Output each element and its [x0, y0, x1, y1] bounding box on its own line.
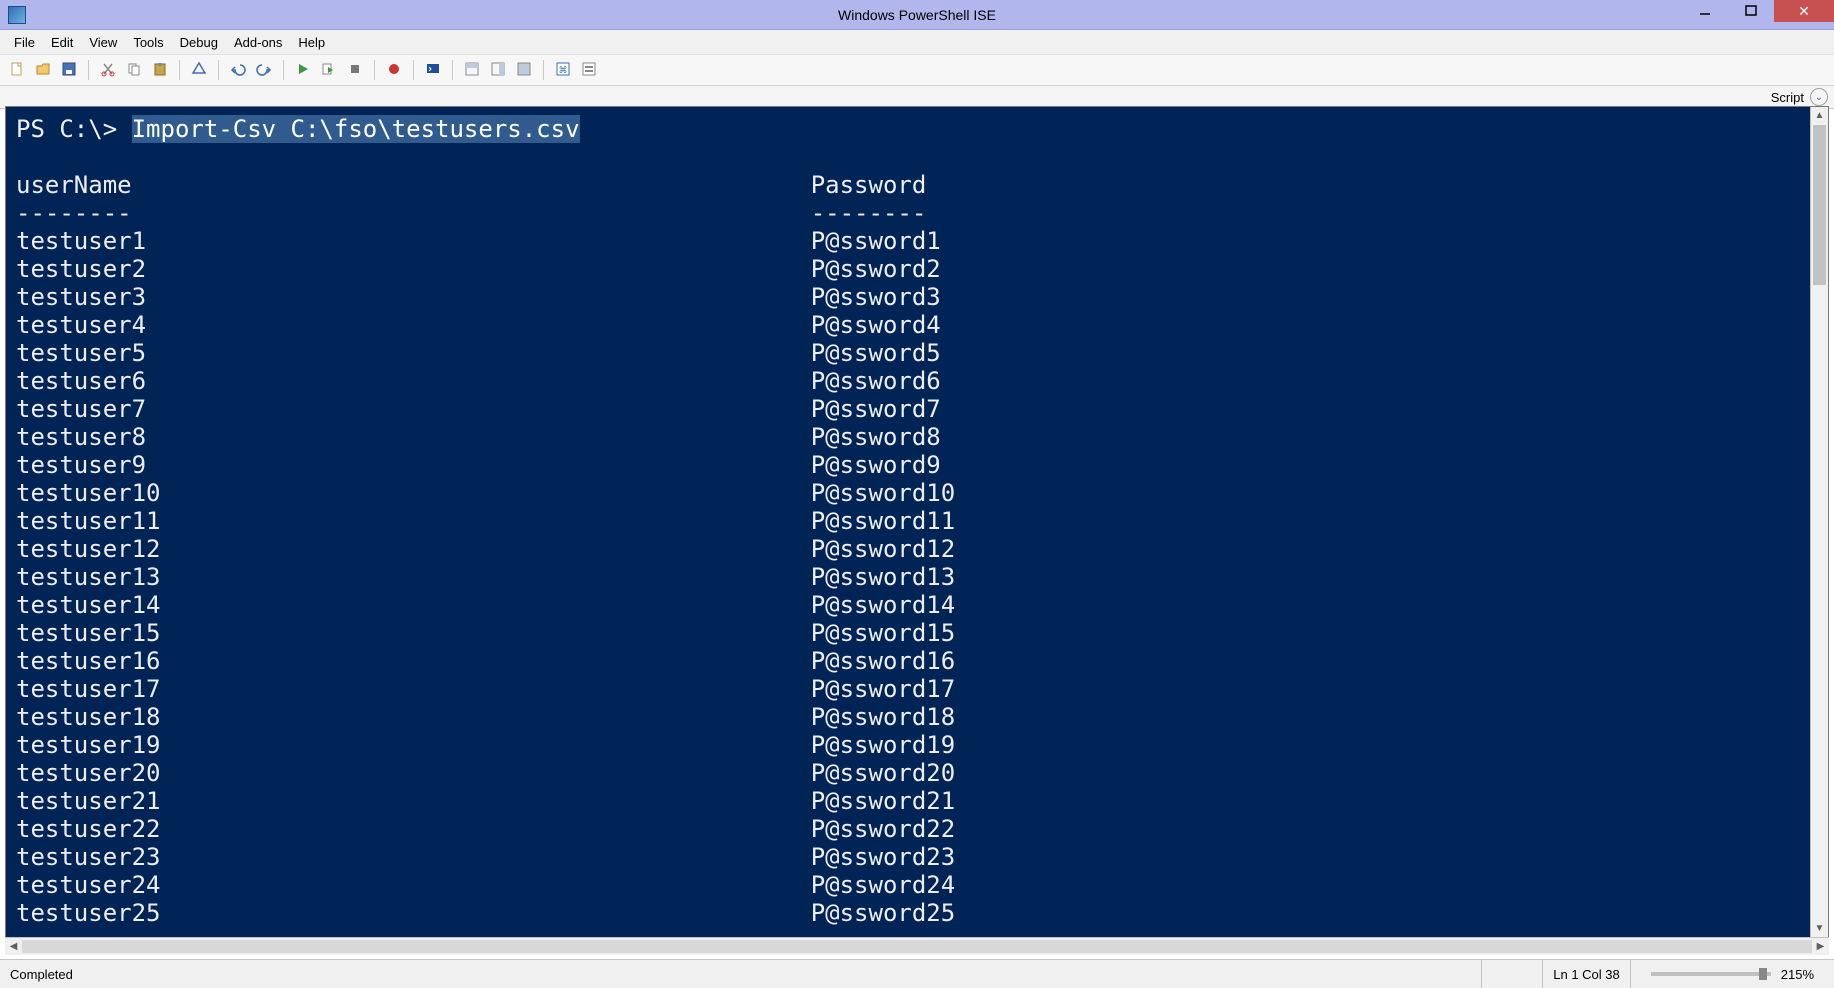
show-script-top-icon: [464, 61, 480, 80]
toolbar-separator: [413, 60, 414, 80]
options-icon: [581, 61, 597, 80]
scroll-thumb[interactable]: [1813, 125, 1826, 285]
remote-icon: [425, 61, 441, 80]
breakpoint-icon: [386, 61, 402, 80]
save-button[interactable]: [58, 59, 80, 81]
menu-addons[interactable]: Add-ons: [226, 33, 290, 52]
cut-icon: [100, 61, 116, 80]
show-script-max-button[interactable]: [513, 59, 535, 81]
zoom-cell: 215%: [1630, 960, 1824, 988]
menubar: File Edit View Tools Debug Add-ons Help: [0, 30, 1834, 55]
menu-file[interactable]: File: [6, 33, 43, 52]
close-button[interactable]: ✕: [1774, 0, 1834, 22]
redo-icon: [256, 61, 272, 80]
clear-button[interactable]: [188, 59, 210, 81]
run-selection-button[interactable]: [318, 59, 340, 81]
stop-icon: [347, 61, 363, 80]
toolbar-separator: [452, 60, 453, 80]
statusbar: Completed Ln 1 Col 38 215%: [0, 959, 1834, 988]
show-script-top-button[interactable]: [461, 59, 483, 81]
vertical-scrollbar[interactable]: ▲ ▼: [1810, 107, 1828, 937]
new-file-icon: [9, 61, 25, 80]
menu-help[interactable]: Help: [290, 33, 333, 52]
run-selection-icon: [321, 61, 337, 80]
paste-icon: [152, 61, 168, 80]
clear-icon: [191, 61, 207, 80]
save-icon: [61, 61, 77, 80]
console-output[interactable]: PS C:\> Import-Csv C:\fso\testusers.csv …: [6, 107, 1828, 937]
stop-button[interactable]: [344, 59, 366, 81]
menu-edit[interactable]: Edit: [43, 33, 81, 52]
cut-button[interactable]: [97, 59, 119, 81]
toolbar: ⌘: [0, 55, 1834, 86]
scroll-up-icon[interactable]: ▲: [1811, 107, 1828, 124]
redo-button[interactable]: [253, 59, 275, 81]
toolbar-separator: [374, 60, 375, 80]
command-addon-button[interactable]: ⌘: [552, 59, 574, 81]
open-file-button[interactable]: [32, 59, 54, 81]
toolbar-separator: [88, 60, 89, 80]
undo-button[interactable]: [227, 59, 249, 81]
options-button[interactable]: [578, 59, 600, 81]
scroll-down-icon[interactable]: ▼: [1811, 920, 1828, 937]
horizontal-scrollbar[interactable]: ◀ ▶: [5, 937, 1829, 955]
maximize-button[interactable]: [1728, 0, 1774, 22]
scroll-left-icon[interactable]: ◀: [5, 938, 22, 955]
show-script-max-icon: [516, 61, 532, 80]
toolbar-separator: [543, 60, 544, 80]
zoom-knob[interactable]: [1759, 968, 1767, 980]
open-file-icon: [35, 61, 51, 80]
copy-icon: [126, 61, 142, 80]
scroll-right-icon[interactable]: ▶: [1812, 938, 1829, 955]
script-label: Script: [1771, 90, 1804, 105]
menu-debug[interactable]: Debug: [172, 33, 226, 52]
paste-button[interactable]: [149, 59, 171, 81]
show-script-right-button[interactable]: [487, 59, 509, 81]
close-icon: ✕: [1798, 3, 1810, 20]
hscroll-thumb[interactable]: [22, 940, 1812, 953]
svg-text:⌘: ⌘: [559, 65, 568, 75]
new-file-button[interactable]: [6, 59, 28, 81]
menu-view[interactable]: View: [81, 33, 125, 52]
copy-button[interactable]: [123, 59, 145, 81]
undo-icon: [230, 61, 246, 80]
window-title: Windows PowerShell ISE: [0, 7, 1834, 23]
toolbar-separator: [283, 60, 284, 80]
toolbar-separator: [218, 60, 219, 80]
window-controls: ✕: [1682, 0, 1834, 22]
breakpoint-button[interactable]: [383, 59, 405, 81]
toolbar-separator: [179, 60, 180, 80]
run-icon: [295, 61, 311, 80]
minimize-button[interactable]: [1682, 0, 1728, 22]
run-button[interactable]: [292, 59, 314, 81]
console-pane: PS C:\> Import-Csv C:\fso\testusers.csv …: [5, 106, 1829, 938]
cursor-position: Ln 1 Col 38: [1542, 960, 1630, 988]
status-empty: [1481, 960, 1542, 988]
remote-button[interactable]: [422, 59, 444, 81]
expand-script-button[interactable]: ⌄: [1810, 88, 1828, 106]
hscroll-track[interactable]: [22, 938, 1812, 955]
command-addon-icon: ⌘: [555, 61, 571, 80]
show-script-right-icon: [490, 61, 506, 80]
status-text: Completed: [10, 967, 73, 982]
app-icon: [8, 6, 26, 24]
zoom-level: 215%: [1781, 967, 1814, 982]
zoom-slider[interactable]: [1651, 972, 1771, 976]
menu-tools[interactable]: Tools: [125, 33, 171, 52]
titlebar: Windows PowerShell ISE ✕: [0, 0, 1834, 30]
